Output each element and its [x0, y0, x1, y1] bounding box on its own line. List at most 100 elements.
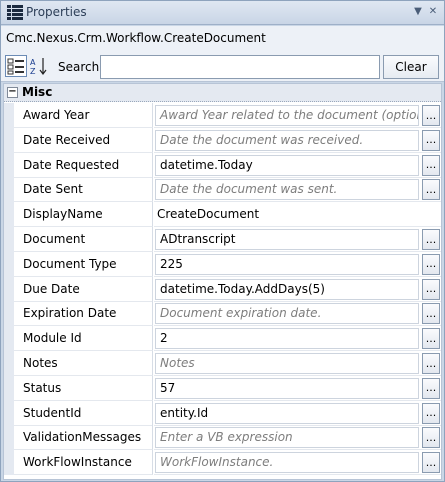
sort-alphabetical-button[interactable]: A Z [28, 55, 50, 77]
category-label: Misc [22, 85, 53, 99]
property-name[interactable]: Date Received [14, 127, 153, 153]
dropdown-menu-icon[interactable]: ▼ [411, 5, 425, 19]
row-gutter [4, 152, 14, 178]
row-gutter [4, 103, 14, 128]
ellipsis-button[interactable]: ... [422, 452, 440, 474]
search-input[interactable] [100, 55, 380, 79]
property-value-field[interactable]: Notes [155, 353, 419, 374]
property-name[interactable]: WorkFlowInstance [14, 450, 153, 476]
property-value-cell: datetime.Today... [154, 153, 441, 178]
collapse-icon[interactable]: − [7, 87, 18, 98]
property-row: Due Date datetime.Today.AddDays(5)... [4, 276, 441, 302]
ellipsis-button[interactable]: ... [422, 253, 440, 275]
property-value-cell: CreateDocument [154, 202, 441, 228]
property-row: ValidationMessages Enter a VB expression.… [4, 425, 441, 451]
selected-object-type: Cmc.Nexus.Crm.Workflow.CreateDocument [1, 26, 444, 52]
ellipsis-button[interactable]: ... [422, 377, 440, 399]
property-value-cell: WorkFlowInstance.... [154, 450, 441, 476]
categorized-view-button[interactable] [5, 55, 27, 77]
property-name[interactable]: Notes [14, 351, 153, 376]
category-misc: − Misc [4, 84, 441, 102]
property-name[interactable]: ValidationMessages [14, 425, 153, 451]
ellipsis-button[interactable]: ... [422, 402, 440, 424]
property-value-field[interactable]: 57 [155, 377, 419, 399]
ellipsis-button[interactable]: ... [422, 129, 440, 151]
property-value-field[interactable]: 2 [155, 328, 419, 350]
ellipsis-button[interactable]: ... [422, 179, 440, 201]
property-row: Document Type 225... [4, 251, 441, 277]
row-gutter [4, 301, 14, 327]
property-value-field[interactable]: datetime.Today.AddDays(5) [155, 278, 419, 300]
row-gutter [4, 375, 14, 401]
property-row: StudentId entity.Id... [4, 400, 441, 426]
row-gutter [4, 177, 14, 203]
ellipsis-button[interactable]: ... [422, 427, 440, 449]
property-value-field[interactable]: Date the document was sent. [155, 179, 419, 201]
ellipsis-button[interactable]: ... [422, 154, 440, 176]
ellipsis-button[interactable]: ... [422, 353, 440, 374]
property-row: Status 57... [4, 375, 441, 401]
property-value-field[interactable]: Enter a VB expression [155, 427, 419, 449]
row-gutter [4, 400, 14, 426]
property-row: DisplayName CreateDocument [4, 202, 441, 228]
property-value-field[interactable]: ADtranscript [155, 229, 419, 250]
property-value-field[interactable]: WorkFlowInstance. [155, 452, 419, 474]
row-gutter [4, 127, 14, 153]
svg-text:Z: Z [30, 67, 36, 76]
categorized-icon [7, 58, 24, 75]
property-value-cell: Notes... [154, 351, 441, 376]
property-row: Notes Notes... [4, 351, 441, 376]
property-value-cell: Enter a VB expression... [154, 425, 441, 451]
property-value-cell: datetime.Today.AddDays(5)... [154, 277, 441, 302]
property-row: Date Requested datetime.Today... [4, 152, 441, 178]
toolbar: A Z Search: Clear [1, 52, 444, 82]
sort-az-icon: A Z [30, 58, 47, 76]
property-value-cell: Date the document was sent.... [154, 177, 441, 203]
property-row: Date Received Date the document was recei… [4, 127, 441, 153]
property-value-cell: Document expiration date.... [154, 301, 441, 327]
property-row: Document ADtranscript... [4, 227, 441, 252]
property-name[interactable]: Due Date [14, 276, 153, 302]
close-icon[interactable]: ✕ [426, 5, 440, 19]
property-name[interactable]: Document [14, 227, 153, 252]
property-value[interactable]: CreateDocument [157, 207, 259, 221]
properties-grid-icon [7, 5, 23, 20]
property-value-field[interactable]: Date the document was received. [155, 129, 419, 151]
property-value-field[interactable]: Document expiration date. [155, 303, 419, 325]
properties-panel: Properties ▼ ✕ Cmc.Nexus.Crm.Workflow.Cr… [0, 0, 445, 482]
property-name[interactable]: Status [14, 375, 153, 401]
ellipsis-button[interactable]: ... [422, 229, 440, 250]
property-value-field[interactable]: 225 [155, 253, 419, 275]
row-gutter [4, 276, 14, 302]
property-name[interactable]: StudentId [14, 400, 153, 426]
property-value-cell: Award Year related to the document (opti… [154, 103, 441, 128]
window-title: Properties [26, 5, 87, 19]
property-value-field[interactable]: Award Year related to the document (opti… [155, 105, 419, 126]
property-row: Award Year Award Year related to the docu… [4, 103, 441, 128]
property-value-field[interactable]: entity.Id [155, 402, 419, 424]
property-name[interactable]: Award Year [14, 103, 153, 128]
property-value-cell: ADtranscript... [154, 227, 441, 252]
property-row: Expiration Date Document expiration date.… [4, 301, 441, 327]
ellipsis-button[interactable]: ... [422, 328, 440, 350]
row-gutter [4, 425, 14, 451]
property-value-field[interactable]: datetime.Today [155, 154, 419, 176]
property-name[interactable]: Date Requested [14, 152, 153, 178]
row-gutter [4, 227, 14, 252]
ellipsis-button[interactable]: ... [422, 303, 440, 325]
property-name[interactable]: DisplayName [14, 202, 153, 228]
property-name[interactable]: Module Id [14, 326, 153, 352]
property-name[interactable]: Date Sent [14, 177, 153, 203]
row-gutter [4, 351, 14, 376]
clear-button[interactable]: Clear [383, 55, 439, 79]
property-value-cell: 57... [154, 376, 441, 401]
ellipsis-button[interactable]: ... [422, 278, 440, 300]
ellipsis-button[interactable]: ... [422, 105, 440, 126]
row-gutter [4, 202, 14, 228]
property-name[interactable]: Expiration Date [14, 301, 153, 327]
property-value-cell: entity.Id... [154, 401, 441, 426]
search-label: Search: [58, 60, 104, 74]
property-value-cell: 225... [154, 252, 441, 277]
property-name[interactable]: Document Type [14, 251, 153, 277]
property-row: WorkFlowInstance WorkFlowInstance.... [4, 450, 441, 476]
